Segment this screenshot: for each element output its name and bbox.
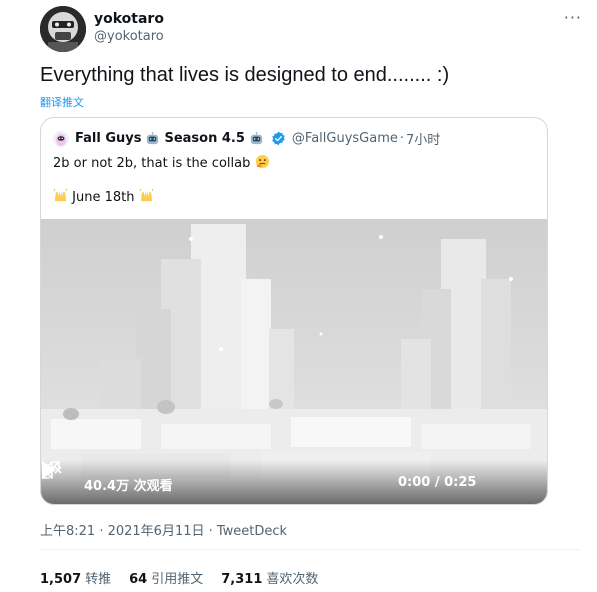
- tweet-timestamp[interactable]: 上午8:21 · 2021年6月11日 · TweetDeck: [40, 520, 287, 539]
- author-name[interactable]: yokotaro: [94, 11, 164, 27]
- quotes-count: 64: [129, 572, 148, 587]
- translate-link[interactable]: 翻译推文: [40, 94, 84, 110]
- likes-count: 7,311: [221, 572, 263, 587]
- video-controls: 40.4万 次观看 0:00 / 0:25: [41, 460, 547, 504]
- more-dots-icon[interactable]: ···: [564, 8, 582, 27]
- quoted-author-name-part2[interactable]: Season 4.5: [164, 131, 244, 146]
- quoted-author-name-part1[interactable]: Fall Guys: [75, 131, 141, 146]
- expand-icon[interactable]: [41, 460, 61, 480]
- quoted-tweet-text2: June 18th: [72, 190, 135, 205]
- raised-hands-emoji: [139, 188, 154, 202]
- quoted-tweet-line1: 2b or not 2b, that is the collab: [53, 154, 270, 171]
- quotes-stat[interactable]: 64 引用推文: [129, 568, 203, 587]
- thinking-emoji: [255, 154, 269, 169]
- retweets-label: 转推: [85, 572, 112, 587]
- video-time: 0:00 / 0:25: [398, 475, 477, 490]
- engagement-stats: 1,507 转推 64 引用推文 7,311 喜欢次数: [40, 568, 318, 587]
- video-player[interactable]: 40.4万 次观看 0:00 / 0:25: [41, 219, 547, 504]
- likes-stat[interactable]: 7,311 喜欢次数: [221, 568, 318, 587]
- divider: [40, 549, 580, 550]
- mask-avatar-icon: [40, 6, 86, 52]
- retweets-count: 1,507: [40, 572, 82, 587]
- robot-emoji: [147, 131, 159, 145]
- retweets-stat[interactable]: 1,507 转推: [40, 568, 111, 587]
- quotes-label: 引用推文: [151, 572, 204, 587]
- quoted-author-handle[interactable]: @FallGuysGame: [292, 131, 398, 146]
- verified-badge-icon: [272, 131, 285, 146]
- quoted-tweet-header: Fall Guys Season 4.5 @FallGuysGame · 7小时: [53, 129, 440, 148]
- robot-emoji: [250, 131, 263, 145]
- likes-label: 喜欢次数: [266, 572, 319, 587]
- separator-dot: ·: [399, 131, 405, 146]
- author-handle[interactable]: @yokotaro: [94, 29, 164, 44]
- video-view-count: 40.4万 次观看: [84, 479, 173, 494]
- quoted-tweet-text1: 2b or not 2b, that is the collab: [53, 156, 251, 171]
- author-avatar[interactable]: [40, 6, 86, 52]
- tweet-header: yokotaro @yokotaro ···: [40, 6, 582, 52]
- tweet-text: Everything that lives is designed to end…: [40, 64, 450, 86]
- fall-guys-avatar-icon: [53, 130, 69, 147]
- quoted-tweet-card[interactable]: Fall Guys Season 4.5 @FallGuysGame · 7小时…: [40, 117, 548, 505]
- raised-hands-emoji: [53, 188, 68, 202]
- quoted-tweet-time[interactable]: 7小时: [406, 129, 440, 148]
- quoted-tweet-line2: June 18th: [53, 188, 154, 205]
